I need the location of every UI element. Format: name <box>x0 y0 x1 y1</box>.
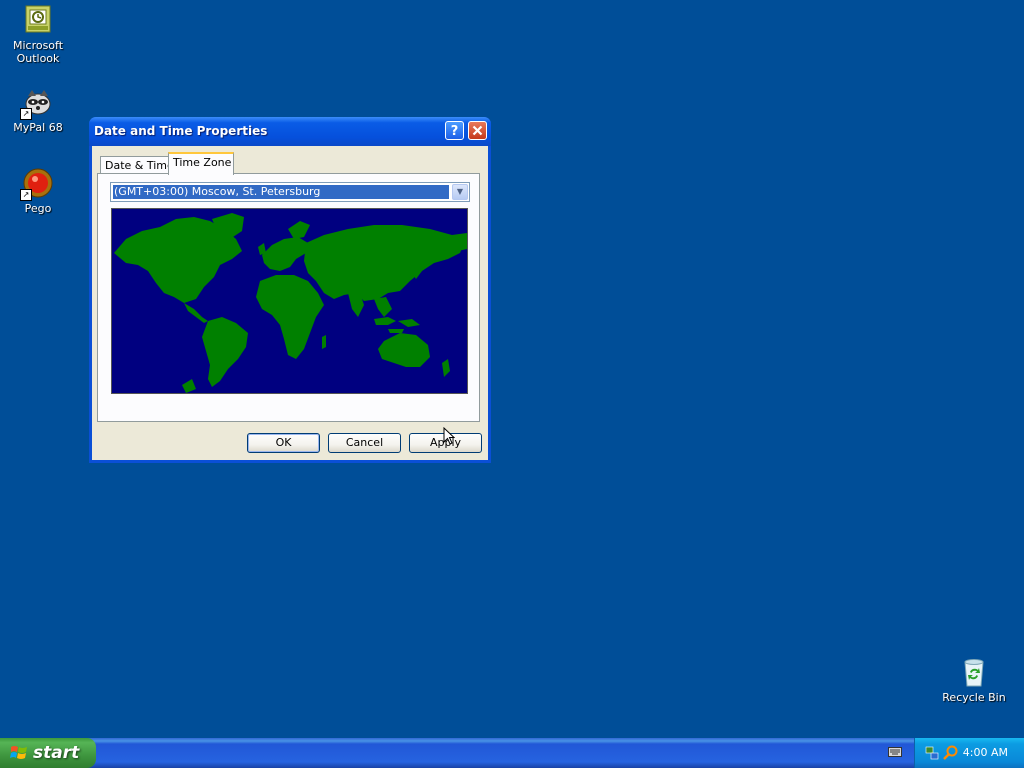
mouse-cursor-icon <box>443 427 455 445</box>
chevron-down-icon[interactable]: ▼ <box>452 184 468 200</box>
tab-date-time[interactable]: Date & Time <box>100 156 174 174</box>
desktop-icon-mypal[interactable]: ↗ MyPal 68 <box>0 86 76 134</box>
dialog-title: Date and Time Properties <box>94 124 268 138</box>
asia-landmass <box>304 225 464 301</box>
australia-landmass <box>378 333 430 367</box>
dialog-client-area: Date & Time Time Zone (GMT+03:00) Moscow… <box>92 146 488 460</box>
tab-time-zone[interactable]: Time Zone <box>168 152 234 175</box>
desktop-icon-label: Pego <box>24 202 52 215</box>
madagascar-landmass <box>322 335 326 349</box>
close-button[interactable] <box>468 121 487 140</box>
africa-landmass <box>256 275 324 359</box>
keyboard-icon[interactable] <box>888 746 902 758</box>
desktop-icon-label: Microsoft Outlook <box>12 39 64 65</box>
desktop-icon-label: MyPal 68 <box>13 121 63 134</box>
desktop-icon-recycle-bin[interactable]: Recycle Bin <box>936 656 1012 704</box>
help-button[interactable]: ? <box>445 121 464 140</box>
desktop-icon-outlook[interactable]: Microsoft Outlook <box>0 4 76 65</box>
world-map <box>111 208 468 394</box>
network-icon[interactable] <box>925 745 939 761</box>
southeast-asia-landmass <box>374 297 392 317</box>
time-zone-panel: (GMT+03:00) Moscow, St. Petersburg ▼ <box>97 173 480 422</box>
ok-button[interactable]: OK <box>247 433 320 453</box>
timezone-selected-value: (GMT+03:00) Moscow, St. Petersburg <box>113 185 449 199</box>
dialog-titlebar[interactable]: Date and Time Properties ? <box>89 117 491 146</box>
europe-landmass <box>262 237 308 271</box>
new-zealand-landmass <box>442 359 450 377</box>
desktop-icon-pego[interactable]: ↗ Pego <box>0 167 76 215</box>
close-icon <box>472 125 483 136</box>
desktop-icon-label: Recycle Bin <box>942 691 1006 704</box>
uk-landmass <box>258 243 266 255</box>
date-time-properties-dialog: Date and Time Properties ? Date & Time T… <box>89 117 491 463</box>
shortcut-arrow-icon: ↗ <box>20 108 32 120</box>
world-map-graphic <box>114 213 467 393</box>
recycle-bin-icon <box>958 656 990 688</box>
system-tray: 4:00 AM <box>914 738 1024 768</box>
timezone-select[interactable]: (GMT+03:00) Moscow, St. Petersburg ▼ <box>110 182 470 202</box>
start-button[interactable]: start <box>0 738 96 768</box>
central-america-landmass <box>184 303 208 323</box>
raccoon-icon: ↗ <box>20 86 54 120</box>
search-icon[interactable] <box>943 745 959 761</box>
taskbar: start 4:00 AM <box>0 738 1024 768</box>
clock[interactable]: 4:00 AM <box>963 746 1008 759</box>
shortcut-arrow-icon: ↗ <box>20 189 32 201</box>
cancel-button[interactable]: Cancel <box>328 433 401 453</box>
pego-icon: ↗ <box>20 167 54 201</box>
outlook-icon <box>22 4 54 36</box>
windows-flag-icon <box>10 746 27 759</box>
south-america-landmass <box>202 317 248 387</box>
start-label: start <box>33 743 80 763</box>
indonesia-landmass <box>374 317 420 333</box>
scandinavia-landmass <box>288 221 310 239</box>
antarctica-landmass <box>182 379 196 393</box>
